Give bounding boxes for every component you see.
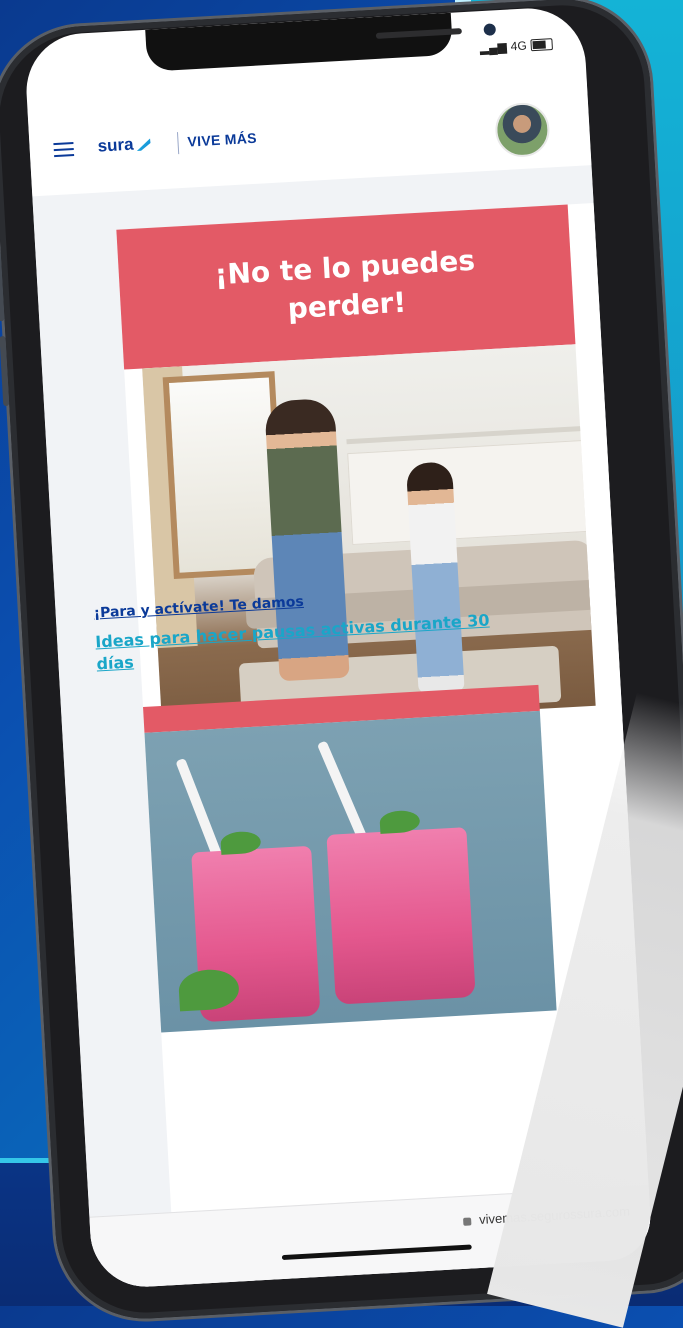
straw (175, 757, 225, 865)
straw (316, 740, 370, 846)
battery-icon (530, 38, 553, 52)
smoothie-photo[interactable] (144, 710, 557, 1033)
cabinet (347, 439, 596, 546)
avatar[interactable] (493, 101, 551, 159)
logo-mark-icon (136, 138, 151, 151)
hamburger-icon[interactable] (53, 141, 75, 158)
header-divider (176, 132, 180, 155)
lock-icon (463, 1217, 472, 1226)
volume-down-button (0, 335, 10, 407)
smoothie-glass (326, 827, 476, 1005)
sura-logo[interactable]: sura (97, 134, 151, 157)
home-indicator[interactable] (281, 1244, 472, 1261)
promo-banner: ¡No te lo puedes perder! (116, 204, 576, 370)
logo-text: sura (97, 134, 135, 156)
signal-icon: ▂▄▆ (479, 39, 508, 56)
speaker (375, 28, 462, 39)
network-label: 4G (510, 38, 528, 54)
brand-label: VIVE MÁS (187, 129, 258, 150)
status-bar: ▂▄▆ 4G (479, 37, 553, 55)
volume-up-button (0, 251, 5, 322)
banner-title: ¡No te lo puedes perder! (213, 243, 476, 326)
dancing-photo[interactable] (142, 344, 596, 730)
front-camera (483, 23, 497, 36)
